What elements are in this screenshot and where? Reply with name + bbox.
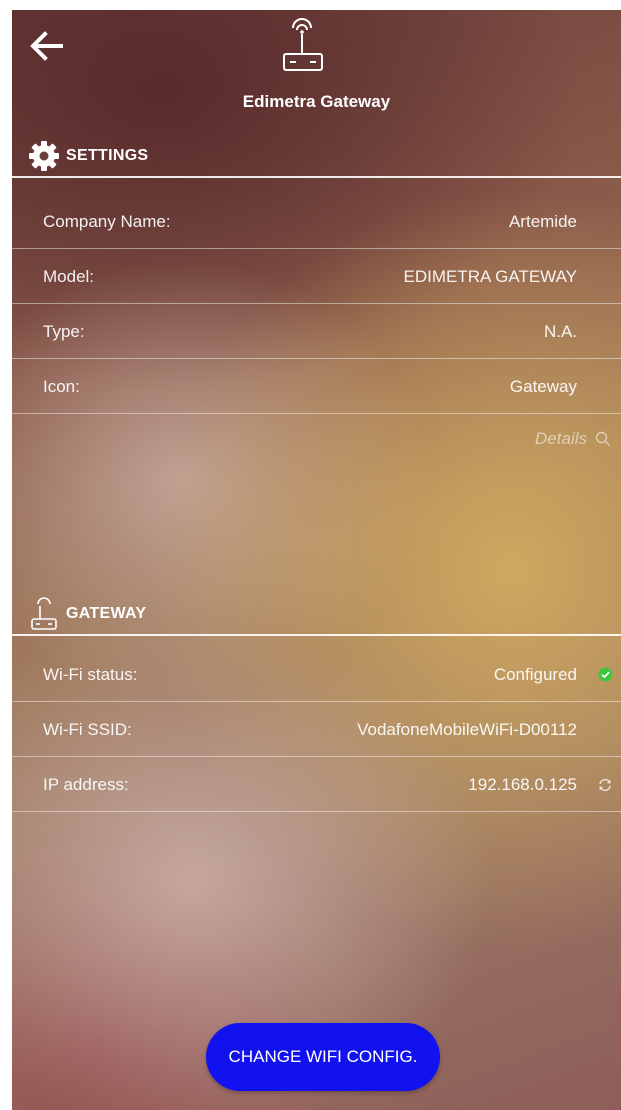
settings-row-icon: Icon: Gateway bbox=[12, 360, 621, 414]
arrow-left-icon bbox=[30, 31, 63, 61]
gateway-section-header: GATEWAY bbox=[12, 594, 621, 636]
settings-row-company: Company Name: Artemide bbox=[12, 195, 621, 249]
settings-title: SETTINGS bbox=[66, 147, 149, 164]
row-label: Company Name: bbox=[43, 211, 171, 231]
refresh-ip-button[interactable] bbox=[597, 777, 613, 793]
router-antenna-icon bbox=[31, 597, 57, 630]
gear-icon bbox=[29, 141, 59, 171]
details-link[interactable]: Details bbox=[535, 428, 611, 450]
row-label: Wi-Fi status: bbox=[43, 664, 138, 684]
row-value: Artemide bbox=[508, 211, 577, 231]
row-value: VodafoneMobileWiFi-D00112 bbox=[357, 719, 577, 739]
gateway-title: GATEWAY bbox=[66, 605, 147, 622]
check-circle-icon bbox=[598, 667, 612, 682]
settings-row-type: Type: N.A. bbox=[12, 305, 621, 359]
row-label: IP address: bbox=[43, 774, 129, 794]
row-value: N.A. bbox=[543, 321, 577, 341]
back-button[interactable] bbox=[26, 26, 66, 66]
gateway-row-wifi-ssid: Wi-Fi SSID: VodafoneMobileWiFi-D00112 bbox=[12, 703, 621, 757]
gateway-row-ip-address: IP address: 192.168.0.125 bbox=[12, 758, 621, 812]
row-label: Model: bbox=[43, 266, 95, 286]
row-value: 192.168.0.125 bbox=[468, 774, 577, 794]
row-label: Type: bbox=[43, 321, 85, 341]
row-value: EDIMETRA GATEWAY bbox=[403, 266, 577, 286]
router-antenna-icon bbox=[283, 18, 323, 71]
refresh-icon bbox=[599, 778, 611, 791]
page-title: Edimetra Gateway bbox=[242, 92, 391, 111]
details-label: Details bbox=[535, 429, 587, 448]
row-value: Gateway bbox=[509, 376, 577, 396]
gateway-screen: Edimetra Gateway SETTINGS Company Name: … bbox=[12, 10, 621, 1110]
change-wifi-config-button[interactable]: CHANGE WIFI CONFIG. bbox=[206, 1023, 440, 1091]
row-label: Wi-Fi SSID: bbox=[43, 719, 132, 739]
search-icon bbox=[595, 431, 610, 446]
row-value: Configured bbox=[493, 664, 577, 684]
gateway-row-wifi-status: Wi-Fi status: Configured bbox=[12, 648, 621, 702]
settings-row-model: Model: EDIMETRA GATEWAY bbox=[12, 250, 621, 304]
settings-section-header: SETTINGS bbox=[12, 136, 621, 178]
row-label: Icon: bbox=[43, 376, 80, 396]
